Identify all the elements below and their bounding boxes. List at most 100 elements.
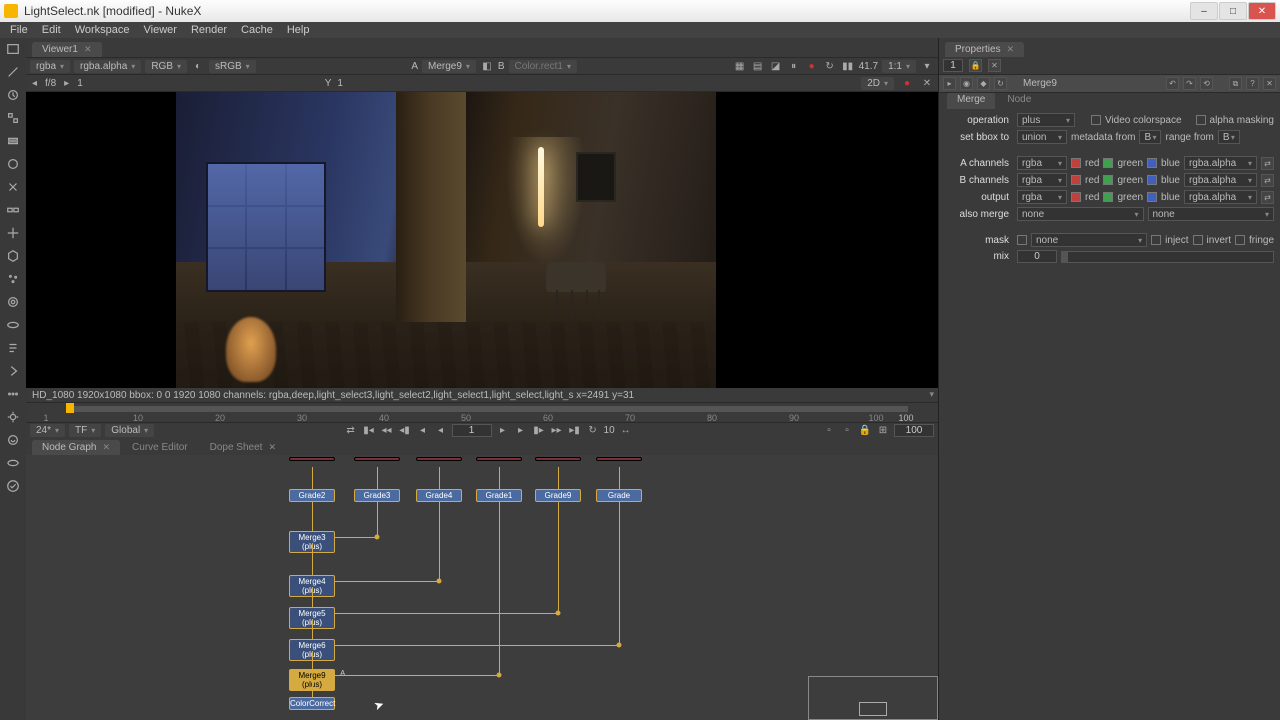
tab-dopesheet[interactable]: Dope Sheet✕: [200, 440, 286, 455]
prev-key-icon[interactable]: ◂◂: [380, 425, 394, 436]
alsomerge-dropdown[interactable]: none: [1017, 207, 1144, 221]
a-blue-checkbox[interactable]: [1147, 158, 1157, 168]
current-frame-input[interactable]: [452, 424, 492, 437]
menu-edit[interactable]: Edit: [36, 24, 67, 36]
next-key-icon[interactable]: ▸▸: [550, 425, 564, 436]
a-red-checkbox[interactable]: [1071, 158, 1081, 168]
output-dropdown[interactable]: rgba: [1017, 190, 1067, 204]
a-alpha-dropdown[interactable]: rgba.alpha: [1184, 156, 1257, 170]
node-read[interactable]: [476, 457, 522, 461]
loop-icon[interactable]: ↻: [586, 425, 600, 436]
node-read[interactable]: [354, 457, 400, 461]
prev-icon[interactable]: ◂: [30, 78, 39, 89]
redo2-icon[interactable]: ↷: [1183, 77, 1196, 90]
lock-icon[interactable]: 🔒: [858, 425, 872, 436]
playhead[interactable]: [66, 403, 74, 413]
node-read[interactable]: [596, 457, 642, 461]
gain-icon[interactable]: ◐: [191, 59, 205, 73]
lastframe-input[interactable]: [894, 424, 934, 437]
tool-keyer-icon[interactable]: [4, 178, 22, 196]
viewer-tab[interactable]: Viewer1✕: [32, 42, 102, 57]
bounce-icon[interactable]: ↔: [619, 425, 633, 436]
step-fwd-icon[interactable]: ▸: [514, 425, 528, 436]
tool-color-icon[interactable]: [4, 132, 22, 150]
tool-views-icon[interactable]: [4, 316, 22, 334]
o-blue-checkbox[interactable]: [1147, 192, 1157, 202]
settings-icon[interactable]: ✕: [920, 76, 934, 90]
node-read[interactable]: [289, 457, 335, 461]
tab-nodegraph[interactable]: Node Graph✕: [32, 440, 120, 455]
properties-tab[interactable]: Properties✕: [945, 42, 1024, 57]
tool-particles-icon[interactable]: [4, 270, 22, 288]
b-node-dropdown[interactable]: Color.rect1: [509, 60, 577, 73]
a-inv-icon[interactable]: ⇄: [1261, 157, 1274, 170]
record-icon[interactable]: ●: [805, 59, 819, 73]
tool-deep-icon[interactable]: [4, 293, 22, 311]
in-icon[interactable]: ▫: [822, 425, 836, 436]
menu-help[interactable]: Help: [281, 24, 316, 36]
menu-cache[interactable]: Cache: [235, 24, 279, 36]
gamma-dropdown[interactable]: sRGB: [209, 60, 256, 73]
menu-viewer[interactable]: Viewer: [138, 24, 183, 36]
tool-furnace-icon[interactable]: [4, 431, 22, 449]
close-icon[interactable]: ✕: [1007, 44, 1015, 55]
bchannels-dropdown[interactable]: rgba: [1017, 173, 1067, 187]
wipe-icon[interactable]: ◧: [480, 59, 494, 73]
tool-image-icon[interactable]: [4, 40, 22, 58]
node-read[interactable]: [416, 457, 462, 461]
close-icon[interactable]: ✕: [268, 442, 276, 453]
prev-frame-icon[interactable]: ◂▮: [398, 425, 412, 436]
invert-checkbox[interactable]: [1193, 235, 1203, 245]
achannels-dropdown[interactable]: rgba: [1017, 156, 1067, 170]
tool-draw-icon[interactable]: [4, 63, 22, 81]
expand-icon[interactable]: ▸: [943, 77, 956, 90]
last-frame-icon[interactable]: ▸▮: [568, 425, 582, 436]
tool-3d-icon[interactable]: [4, 247, 22, 265]
help-icon[interactable]: ?: [1246, 77, 1259, 90]
play-fwd-icon[interactable]: ▸: [496, 425, 510, 436]
layer-dropdown[interactable]: rgba: [30, 60, 70, 73]
proxy-icon[interactable]: ◪: [769, 59, 783, 73]
b-red-checkbox[interactable]: [1071, 175, 1081, 185]
snap-icon[interactable]: ⊞: [876, 425, 890, 436]
menu-workspace[interactable]: Workspace: [69, 24, 136, 36]
ratio-dropdown[interactable]: 1:1: [882, 60, 916, 73]
a-node-dropdown[interactable]: Merge9: [422, 60, 476, 73]
clear-icon[interactable]: ✕: [988, 59, 1001, 72]
refresh-icon[interactable]: ↻: [823, 59, 837, 73]
range-dropdown[interactable]: Global: [105, 424, 154, 437]
node-read[interactable]: [535, 457, 581, 461]
nodegraph[interactable]: Grade2 Grade3 Grade4 Grade1 Grade9 Grade…: [26, 455, 938, 720]
properties-node-header[interactable]: ▸ ◉ ◆ ↻ Merge9 ↶ ↷ ⟲ ⧉ ? ✕: [939, 75, 1280, 93]
undo-icon[interactable]: ↶: [1166, 77, 1179, 90]
close-icon[interactable]: ✕: [84, 44, 92, 55]
tool-other-icon[interactable]: [4, 385, 22, 403]
tf-dropdown[interactable]: TF: [69, 424, 101, 437]
tool-channel-icon[interactable]: [4, 109, 22, 127]
menu-render[interactable]: Render: [185, 24, 233, 36]
props-count-input[interactable]: [943, 59, 963, 72]
tool-transform-icon[interactable]: [4, 224, 22, 242]
pauserender-icon[interactable]: ▮▮: [841, 59, 855, 73]
a-green-checkbox[interactable]: [1103, 158, 1113, 168]
maskenable-checkbox[interactable]: [1017, 235, 1027, 245]
bbox-dropdown[interactable]: union: [1017, 130, 1067, 144]
float-icon[interactable]: ⧉: [1229, 77, 1242, 90]
node-colorcorrect[interactable]: ColorCorrect: [289, 697, 335, 710]
b-green-checkbox[interactable]: [1103, 175, 1113, 185]
tab-curveeditor[interactable]: Curve Editor: [122, 440, 198, 455]
lock-icon[interactable]: 🔒: [969, 59, 982, 72]
next-icon[interactable]: ▸: [62, 78, 71, 89]
close-button[interactable]: ✕: [1248, 2, 1276, 20]
alphamask-checkbox[interactable]: [1196, 115, 1206, 125]
alsomerge2-dropdown[interactable]: none: [1148, 207, 1275, 221]
tool-extra-icon[interactable]: [4, 477, 22, 495]
nodegraph-overview[interactable]: [808, 676, 938, 720]
tab-node[interactable]: Node: [997, 93, 1041, 109]
status-caret-icon[interactable]: ▾: [929, 389, 934, 400]
liveupdate-icon[interactable]: ●: [900, 76, 914, 90]
o-inv-icon[interactable]: ⇄: [1261, 191, 1274, 204]
out-icon[interactable]: ▫: [840, 425, 854, 436]
tool-time-icon[interactable]: [4, 86, 22, 104]
b-inv-icon[interactable]: ⇄: [1261, 174, 1274, 187]
